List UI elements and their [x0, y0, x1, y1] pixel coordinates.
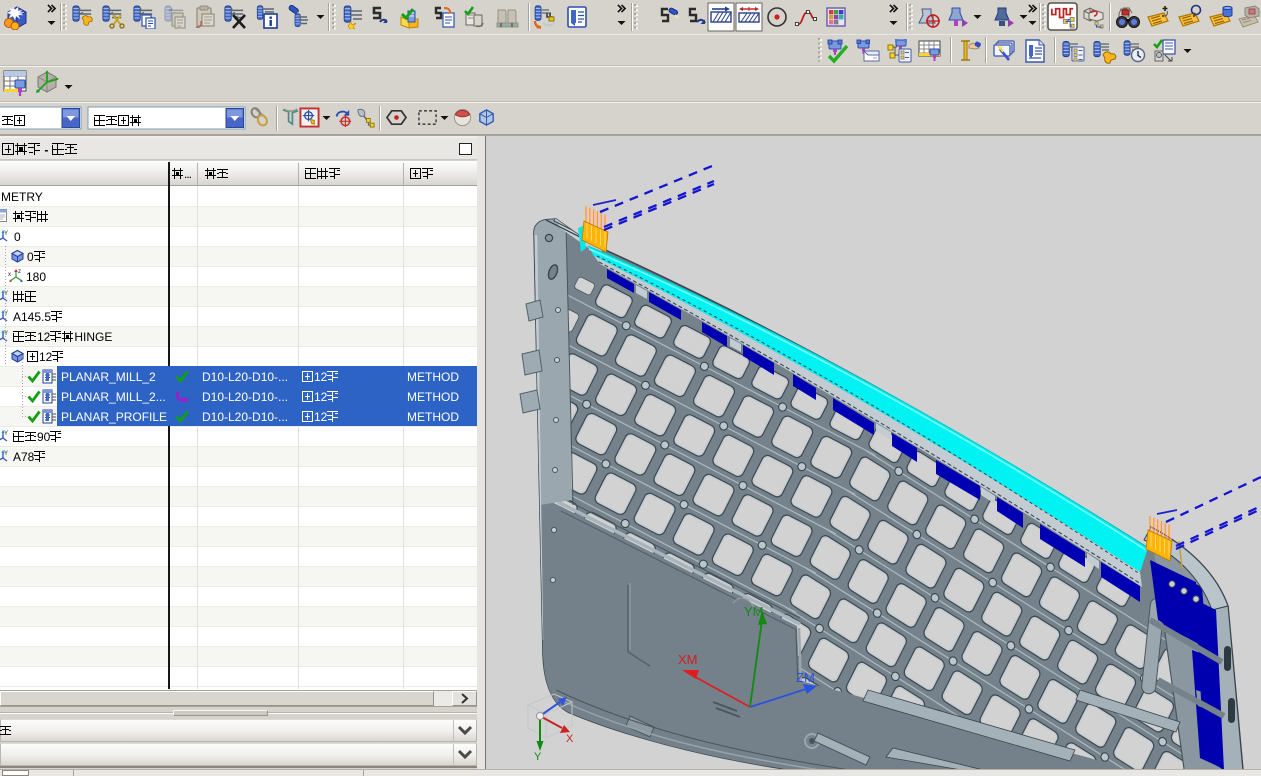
svg-text:Y: Y	[534, 751, 542, 763]
svg-text:XM: XM	[678, 652, 698, 667]
svg-text:YM: YM	[744, 604, 764, 619]
svg-text:Y: Y	[4, 431, 8, 437]
svg-text:Y: Y	[4, 451, 8, 457]
svg-text:x: x	[8, 272, 11, 278]
svg-text:z: z	[18, 269, 21, 275]
svg-text:ZM: ZM	[796, 670, 815, 685]
svg-text:X: X	[566, 733, 574, 745]
svg-text:Y: Y	[4, 231, 8, 237]
